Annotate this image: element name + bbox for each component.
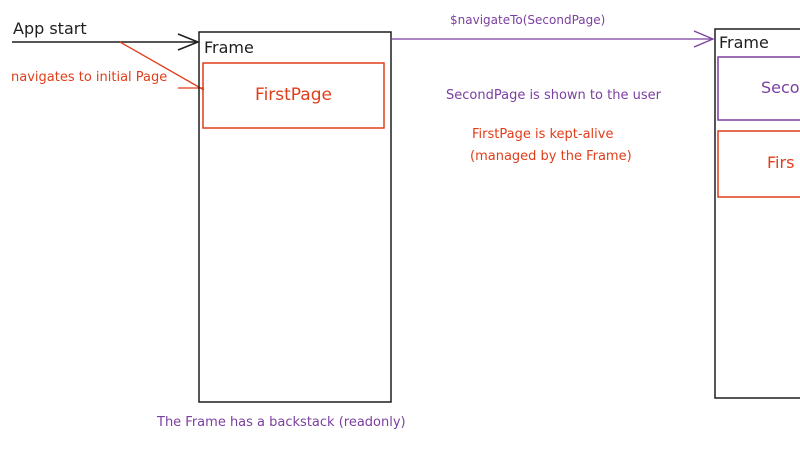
backstack-note: The Frame has a backstack (readonly) (157, 415, 406, 430)
first-kept-alive-line1: FirstPage is kept-alive (472, 127, 614, 142)
second-page-right-label: Secon (761, 78, 800, 97)
first-page-left-label: FirstPage (255, 85, 332, 105)
first-kept-alive-line2: (managed by the Frame) (470, 149, 632, 164)
navigates-initial-label: navigates to initial Page (11, 70, 168, 85)
second-shown-label: SecondPage is shown to the user (446, 88, 661, 103)
navigate-to-label: $navigateTo(SecondPage) (450, 13, 606, 27)
first-page-right-label: Firs (767, 153, 795, 172)
app-start-label: App start (13, 19, 87, 38)
frame-left-title: Frame (204, 38, 254, 57)
frame-right-title: Frame (719, 33, 769, 52)
diagram-canvas (12, 28, 800, 403)
